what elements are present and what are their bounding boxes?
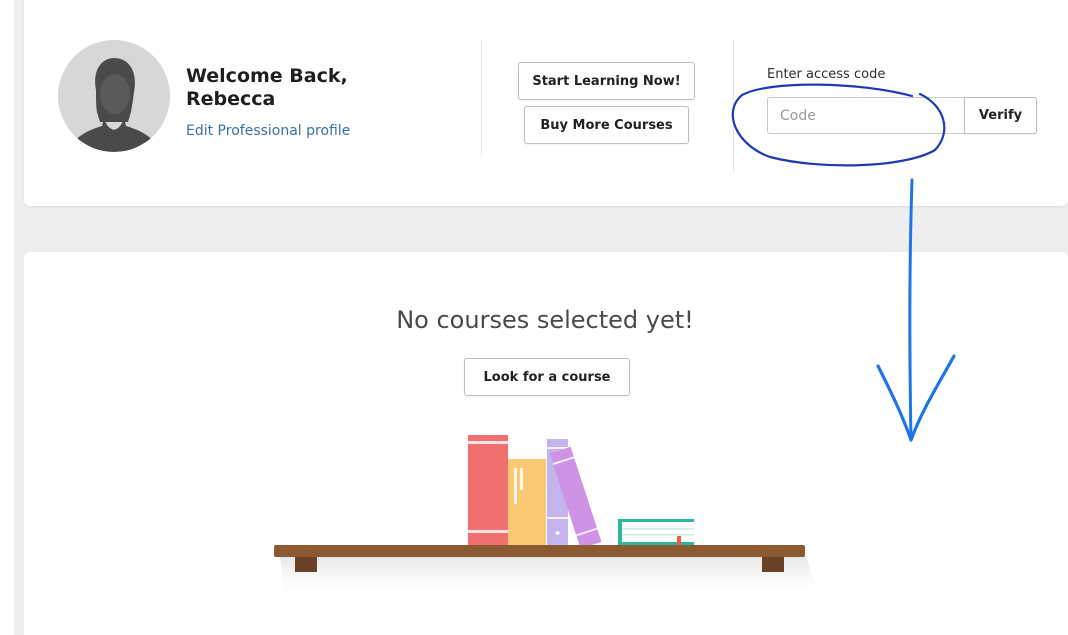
- header-divider: [481, 40, 482, 155]
- access-code-label: Enter access code: [767, 67, 886, 82]
- welcome-heading: Welcome Back, Rebecca: [186, 65, 348, 110]
- verify-button[interactable]: Verify: [964, 97, 1037, 134]
- start-learning-button[interactable]: Start Learning Now!: [518, 62, 695, 100]
- look-for-course-button[interactable]: Look for a course: [464, 358, 630, 396]
- buy-more-courses-button[interactable]: Buy More Courses: [524, 106, 689, 144]
- page: Welcome Back, Rebecca Edit Professional …: [0, 0, 1068, 635]
- access-code-input[interactable]: [767, 97, 965, 134]
- header-divider: [733, 40, 734, 172]
- edit-profile-link[interactable]: Edit Professional profile: [186, 123, 350, 139]
- user-avatar-icon: [58, 40, 170, 152]
- empty-state-message: No courses selected yet!: [396, 306, 694, 334]
